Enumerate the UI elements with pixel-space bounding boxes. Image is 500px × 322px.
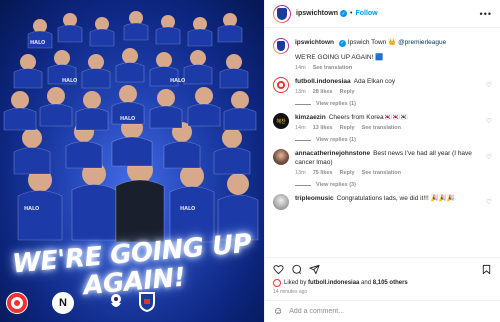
view-replies-button[interactable]: View replies (1) <box>295 101 492 107</box>
comment-likes[interactable]: 13 likes <box>313 125 333 131</box>
comment-likes[interactable]: 75 likes <box>313 170 333 176</box>
divider-line <box>295 103 311 105</box>
follow-button[interactable]: Follow <box>355 10 377 17</box>
comment-avatar[interactable] <box>273 194 289 210</box>
view-replies-label: View replies (1) <box>316 101 356 107</box>
post-actions: Liked by futboll.indonesiaa and 8,105 ot… <box>265 257 500 295</box>
view-replies-label: View replies (1) <box>316 137 356 143</box>
comment-time: 13m <box>295 89 306 95</box>
liked-by-and: and <box>361 280 372 286</box>
ipswich-crest-icon <box>277 7 287 20</box>
post-timestamp: 14 minutes ago <box>273 289 308 295</box>
svg-text:HALO: HALO <box>120 116 135 122</box>
comment-text: Ada Elkan coy <box>353 78 396 85</box>
caption-avatar[interactable] <box>273 38 289 54</box>
comment-bubble-icon[interactable] <box>291 264 302 275</box>
comment-avatar[interactable] <box>273 149 289 165</box>
comment-username[interactable]: annacatherinejohnstone <box>295 150 370 157</box>
comment-avatar[interactable]: 혜찬 <box>273 113 289 129</box>
post-header: ipswichtown ✓ • Follow ••• <box>265 0 500 28</box>
divider-line <box>295 139 311 141</box>
liked-by-avatar[interactable] <box>273 279 281 287</box>
comment-reply-button[interactable]: Reply <box>340 89 355 95</box>
comment-see-translation[interactable]: See translation <box>362 170 401 176</box>
comment-time: 14m <box>295 125 306 131</box>
comment-avatar[interactable] <box>273 77 289 93</box>
image-badges <box>0 282 264 322</box>
comment-like-heart-icon[interactable]: ♡ <box>486 81 492 89</box>
svg-text:HALO: HALO <box>62 78 77 84</box>
crest-icon <box>11 297 23 309</box>
caption-see-translation[interactable]: See translation <box>313 65 352 71</box>
crown-emoji-icon: 👑 <box>388 39 397 46</box>
caption-username[interactable]: ipswichtown <box>295 39 334 46</box>
comment-likes[interactable]: 28 likes <box>313 89 333 95</box>
comment-row: tripleomusic Congratulations lads, we did… <box>273 194 492 210</box>
comment-like-heart-icon[interactable]: ♡ <box>486 198 492 206</box>
verified-badge-icon: ✓ <box>340 10 347 17</box>
tagged-user-badge[interactable]: N <box>52 292 74 314</box>
liked-by-user-link[interactable]: futboll.indonesiaa <box>308 280 359 286</box>
caption-text: WE'RE GOING UP AGAIN! 🟦 <box>295 54 384 61</box>
tagged-user-avatar[interactable] <box>6 292 28 314</box>
like-heart-icon[interactable] <box>273 264 284 275</box>
comment-like-heart-icon[interactable]: ♡ <box>486 153 492 161</box>
svg-text:HALO: HALO <box>30 40 45 46</box>
add-comment-bar: ☺ <box>265 300 500 322</box>
header-separator: • <box>350 10 353 17</box>
comments-list[interactable]: ipswichtown ✓ Ipswich Town 👑 @premierleag… <box>265 28 500 257</box>
comment-username[interactable]: tripleomusic <box>295 195 334 202</box>
comment-see-translation[interactable]: See translation <box>362 125 401 131</box>
header-avatar[interactable] <box>273 4 291 23</box>
bookmark-icon[interactable] <box>481 264 492 275</box>
premier-league-logo-icon <box>111 294 121 307</box>
post-image[interactable]: HALO HALO HALO HALO HALO HALO WE'RE GOING UP … <box>0 0 264 322</box>
svg-text:HALO: HALO <box>24 206 39 212</box>
caption-mention-link[interactable]: @premierleague <box>398 39 446 46</box>
comment-row: futboll.indonesiaa Ada Elkan coy 13m 28 l… <box>273 77 492 95</box>
comment-row: 혜찬 kimzaezin Cheers from Korea🇰🇷🇰🇷🇰🇷 14m … <box>273 113 492 131</box>
emoji-icon[interactable]: ☺ <box>273 306 283 317</box>
comment-input[interactable] <box>289 308 492 315</box>
action-bar <box>273 262 492 276</box>
comment-text: Congratulations lads, we did it!!! 🎉🎉🎉 <box>336 195 455 202</box>
comment-username[interactable]: futboll.indonesiaa <box>295 78 351 85</box>
caption-team-name: Ipswich Town <box>347 39 387 46</box>
view-replies-label: View replies (3) <box>316 182 356 188</box>
caption-row: ipswichtown ✓ Ipswich Town 👑 @premierleag… <box>273 38 492 71</box>
view-replies-button[interactable]: View replies (3) <box>295 182 492 188</box>
header-username[interactable]: ipswichtown <box>296 10 338 17</box>
liked-by-summary: Liked by futboll.indonesiaa and 8,105 ot… <box>273 279 492 287</box>
view-replies-button[interactable]: View replies (1) <box>295 137 492 143</box>
comment-reply-button[interactable]: Reply <box>340 170 355 176</box>
club-logo-icon <box>277 81 285 89</box>
comment-reply-button[interactable]: Reply <box>340 125 355 131</box>
divider-line <box>295 184 311 186</box>
ipswich-crest-icon <box>139 292 155 312</box>
liked-by-prefix: Liked by <box>284 280 307 286</box>
comment-time: 13m <box>295 170 306 176</box>
verified-badge-icon: ✓ <box>339 40 346 47</box>
liked-by-count-link[interactable]: 8,105 others <box>373 280 408 286</box>
caption-time: 14m <box>295 65 306 71</box>
ipswich-crest-icon <box>277 41 285 51</box>
comment-row: annacatherinejohnstone Best news I've had… <box>273 149 492 176</box>
share-send-icon[interactable] <box>309 264 320 275</box>
comment-like-heart-icon[interactable]: ♡ <box>486 117 492 125</box>
comment-username[interactable]: kimzaezin <box>295 114 326 121</box>
svg-text:HALO: HALO <box>180 206 195 212</box>
avatar-label: 혜찬 <box>276 118 286 125</box>
svg-text:HALO: HALO <box>170 78 185 84</box>
more-options-icon[interactable]: ••• <box>480 9 492 19</box>
comment-text: Cheers from Korea🇰🇷🇰🇷🇰🇷 <box>328 114 408 121</box>
post-sidebar: ipswichtown ✓ • Follow ••• ipswichtown ✓ … <box>264 0 500 322</box>
